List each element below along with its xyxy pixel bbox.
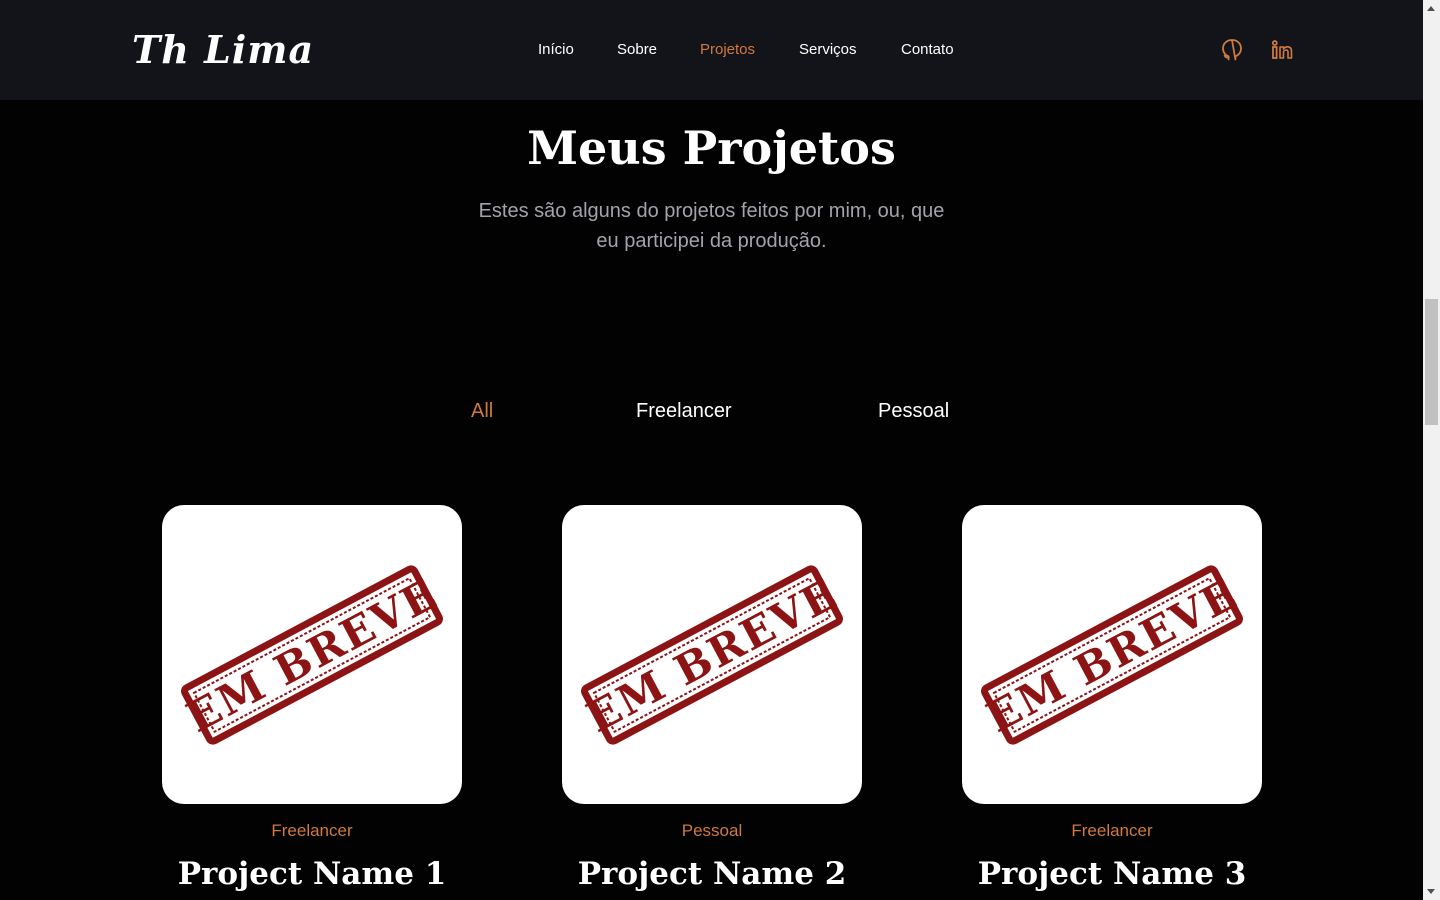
nav-item-sobre[interactable]: Sobre	[617, 40, 657, 60]
section-title: Meus Projetos	[527, 121, 896, 175]
linkedin-icon[interactable]	[1271, 38, 1293, 62]
em-breve-stamp: EM BREVE	[179, 565, 446, 745]
section-subtitle: Estes são alguns do projetos feitos por …	[440, 196, 983, 256]
em-breve-stamp: EM BREVE	[979, 565, 1246, 745]
filter-freelancer[interactable]: Freelancer	[636, 398, 732, 424]
nav-item-contato[interactable]: Contato	[901, 40, 954, 60]
subtitle-line-1: Estes são alguns do projetos feitos por …	[478, 200, 945, 222]
project-name[interactable]: Project Name 2	[562, 853, 862, 895]
filter-all[interactable]: All	[471, 398, 493, 424]
svg-text:EM BREVE: EM BREVE	[179, 569, 446, 742]
project-card[interactable]: EM BREVE Pessoal Project Name 2	[562, 505, 862, 895]
project-category: Pessoal	[681, 821, 743, 840]
nav-item-inicio[interactable]: Início	[538, 40, 574, 60]
scroll-up-icon[interactable]	[1427, 6, 1435, 11]
subtitle-line-2: eu participei da produção.	[596, 230, 827, 252]
em-breve-stamp: EM BREVE	[579, 565, 846, 745]
project-image[interactable]: EM BREVE	[962, 505, 1262, 804]
svg-text:EM BREVE: EM BREVE	[579, 569, 846, 742]
nav-item-servicos[interactable]: Serviços	[799, 40, 857, 60]
project-card[interactable]: EM BREVE Freelancer Project Name 1	[162, 505, 462, 895]
nav-item-projetos[interactable]: Projetos	[700, 40, 755, 60]
filter-pessoal[interactable]: Pessoal	[878, 398, 949, 424]
github-icon[interactable]	[1221, 38, 1243, 62]
project-image[interactable]: EM BREVE	[562, 505, 862, 804]
site-header: Th Lima Início Sobre Projetos Serviços C…	[0, 0, 1423, 100]
scroll-thumb[interactable]	[1425, 299, 1438, 425]
scroll-down-icon[interactable]	[1427, 889, 1435, 894]
project-category: Freelancer	[271, 821, 353, 840]
project-card[interactable]: EM BREVE Freelancer Project Name 3	[962, 505, 1262, 895]
page-scrollbar[interactable]	[1423, 0, 1440, 900]
project-category: Freelancer	[1071, 821, 1153, 840]
project-name[interactable]: Project Name 3	[962, 853, 1262, 895]
main-nav: Início Sobre Projetos Serviços Contato	[0, 0, 1423, 100]
project-image[interactable]: EM BREVE	[162, 505, 462, 804]
svg-text:EM BREVE: EM BREVE	[979, 569, 1246, 742]
project-name[interactable]: Project Name 1	[162, 853, 462, 895]
